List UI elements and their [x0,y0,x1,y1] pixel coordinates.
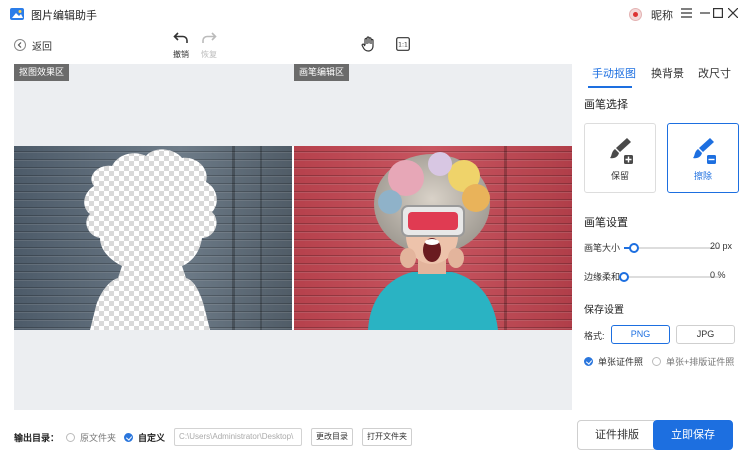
brush-size-label: 画笔大小 [584,243,621,253]
output-path-input[interactable]: C:\Users\Administrator\Desktop\ [174,428,303,446]
brush-size-row: 画笔大小 20 px [584,241,744,255]
custom-folder-radio[interactable] [124,432,134,442]
fit-screen-icon[interactable]: 1:1 [396,37,410,51]
brush-area-tag: 画笔编辑区 [294,64,350,81]
original-folder-label[interactable]: 原文件夹 [80,431,116,444]
change-directory-button[interactable]: 更改目录 [311,428,354,446]
save-now-button[interactable]: 立即保存 [653,420,733,450]
redo-icon [202,32,217,43]
canvas-area[interactable]: 抠图效果区 画笔编辑区 [14,64,572,410]
brush-edit-image[interactable] [294,146,572,330]
tab-active-indicator [588,86,632,88]
edge-soft-track[interactable] [624,276,720,278]
app-title: 图片编辑助手 [31,10,97,22]
edge-soft-label: 边缘柔和 [584,272,621,282]
output-label: 输出目录： [14,432,60,443]
keep-label: 保留 [610,171,629,181]
back-label: 返回 [32,41,52,53]
redo-label: 恢复 [201,50,217,59]
single-photo-option[interactable]: 单张证件照 [584,355,643,367]
edge-soft-slider-handle[interactable] [619,272,629,282]
hand-icon[interactable] [361,36,376,52]
undo-label: 撤销 [173,50,189,59]
tab-manual-cutout[interactable]: 手动抠图 [592,65,636,81]
edge-soft-row: 边缘柔和 0 % [584,270,744,284]
single-layout-option[interactable]: 单张+排版证件照 [652,355,734,367]
maximize-icon[interactable] [710,5,726,21]
undo-button[interactable]: 撤销 [166,31,196,60]
single-photo-radio[interactable] [584,356,593,366]
erase-brush-card[interactable]: 擦除 [667,123,739,193]
png-format-button[interactable]: PNG [611,325,670,344]
open-folder-button[interactable]: 打开文件夹 [362,428,413,446]
jpg-format-button[interactable]: JPG [676,325,735,344]
avatar[interactable] [629,8,642,21]
cutout-result-image [14,146,292,330]
tab-bar: 手动抠图 换背景 改尺寸 [578,62,750,88]
single-layout-radio[interactable] [652,356,661,366]
back-button[interactable]: 返回 [14,38,52,53]
original-folder-radio[interactable] [66,432,76,442]
brush-keep-icon [610,138,633,164]
save-settings-title: 保存设置 [584,305,624,316]
app-logo-icon [10,8,24,20]
brush-erase-icon [693,138,716,164]
erase-label: 擦除 [693,171,712,181]
brush-settings-title: 画笔设置 [584,217,628,229]
svg-text:1:1: 1:1 [398,42,408,49]
id-layout-button[interactable]: 证件排版 [577,420,657,450]
tab-resize[interactable]: 改尺寸 [698,65,731,81]
close-icon[interactable] [725,5,741,21]
brush-select-title: 画笔选择 [584,99,628,111]
undo-icon [173,32,188,43]
single-layout-label: 单张+排版证件照 [666,356,735,367]
title-bar: 图片编辑助手 昵称 [0,0,750,28]
format-label: 格式: [584,331,605,341]
custom-folder-label[interactable]: 自定义 [138,431,165,444]
brush-size-value: 20 px [710,241,733,251]
redo-button[interactable]: 恢复 [194,31,224,60]
tab-change-background[interactable]: 换背景 [651,65,684,81]
nickname[interactable]: 昵称 [651,7,673,23]
output-bar: 输出目录： 原文件夹 自定义 C:\Users\Administrator\De… [14,428,413,446]
keep-brush-card[interactable]: 保留 [584,123,656,193]
brush-size-slider-handle[interactable] [628,243,639,253]
menu-icon[interactable] [678,5,694,21]
back-icon [14,39,26,51]
edge-soft-value: 0 % [710,270,726,280]
cutout-area-tag: 抠图效果区 [14,64,70,81]
single-photo-label: 单张证件照 [598,356,644,367]
